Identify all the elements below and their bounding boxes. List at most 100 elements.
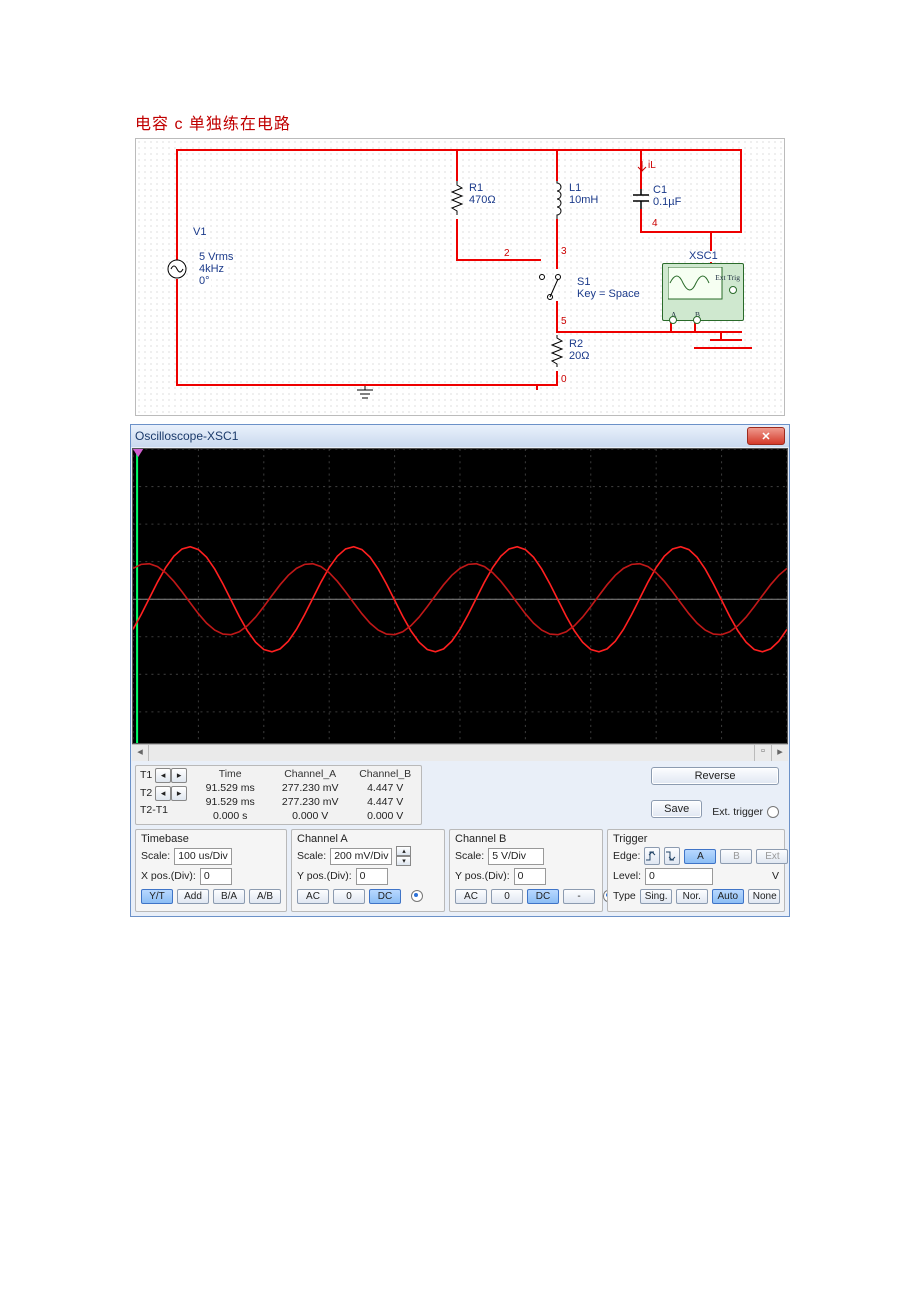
inductor-l1[interactable] [550, 181, 564, 224]
label-v1-a: 5 Vrms [198, 252, 234, 263]
chb-ac-button[interactable]: AC [455, 889, 487, 904]
scope-screen[interactable] [132, 448, 788, 744]
tb-scale-input[interactable]: 100 us/Div [174, 848, 232, 865]
trig-header: Trigger [613, 833, 779, 845]
mode-yt-button[interactable]: Y/T [141, 889, 173, 904]
window-title: Oscilloscope-XSC1 [135, 429, 238, 443]
scope-exttrig-label: Ext Trig [715, 274, 740, 282]
scope-port[interactable] [669, 316, 677, 324]
label-c1: C1 [652, 185, 668, 196]
type-label: Type [613, 890, 636, 902]
tb-xpos-input[interactable]: 0 [200, 868, 232, 885]
t2-left-button[interactable]: ◂ [155, 786, 171, 801]
close-button[interactable]: ✕ [747, 427, 785, 445]
source-v1[interactable] [167, 257, 187, 286]
caption: 电容 c 单独练在电路 [135, 110, 920, 134]
cha-0-button[interactable]: 0 [333, 889, 365, 904]
cha-scale-input[interactable]: 200 mV/Div [330, 848, 392, 865]
label-c1v: 0.1µF [652, 197, 682, 208]
trig-a-button[interactable]: A [684, 849, 716, 864]
node-5: 5 [561, 317, 567, 327]
trig-sing-button[interactable]: Sing. [640, 889, 672, 904]
chb-ypos-input[interactable]: 0 [514, 868, 546, 885]
mode-ab-button[interactable]: A/B [249, 889, 281, 904]
edge-fall-icon[interactable] [664, 847, 680, 865]
oscilloscope-xsc1[interactable]: Ext Trig A B [662, 263, 744, 321]
cha-dc-button[interactable]: DC [369, 889, 401, 904]
cha-ac-button[interactable]: AC [297, 889, 329, 904]
t1-left-button[interactable]: ◂ [155, 768, 171, 783]
titlebar[interactable]: Oscilloscope-XSC1 ✕ [131, 425, 789, 447]
label-s1: S1 [576, 277, 591, 288]
wire [556, 371, 558, 384]
reverse-button[interactable]: Reverse [651, 767, 779, 785]
label-xsc1: XSC1 [688, 251, 719, 262]
wire [556, 219, 558, 257]
edge-rise-icon[interactable] [644, 847, 660, 865]
ground-icon [356, 384, 374, 407]
cha-ypos-label: Y pos.(Div): [297, 870, 352, 882]
current-il-icon [636, 161, 648, 180]
chb-dc-button[interactable]: DC [527, 889, 559, 904]
t1-right-button[interactable]: ▸ [171, 768, 187, 783]
label-r2v: 20Ω [568, 351, 590, 362]
tb-xpos-label: X pos.(Div): [141, 870, 196, 882]
chb-0-button[interactable]: 0 [491, 889, 523, 904]
schematic-area[interactable]: V1 5 Vrms 4kHz 0° R1 470Ω L1 10mH C1 0.1… [135, 138, 785, 416]
trig-auto-button[interactable]: Auto [712, 889, 744, 904]
label-l1: L1 [568, 183, 582, 194]
scope-port[interactable] [729, 286, 737, 294]
scroll-right-icon[interactable]: ▸ [771, 745, 788, 761]
wire [556, 149, 558, 181]
chb-ypos-label: Y pos.(Div): [455, 870, 510, 882]
t1-b: 4.447 V [355, 782, 415, 794]
chb-header2: Channel B [455, 833, 597, 845]
time-header: Time [195, 768, 265, 780]
node-3: 3 [561, 247, 567, 257]
wire [364, 384, 366, 386]
trig-none-button[interactable]: None [748, 889, 780, 904]
scope-port[interactable] [693, 316, 701, 324]
capacitor-c1[interactable] [633, 189, 649, 214]
trig-b-button[interactable]: B [720, 849, 752, 864]
cha-scale-down[interactable]: ▾ [396, 856, 411, 866]
ext-trigger-radio[interactable] [767, 806, 779, 818]
label-r1v: 470Ω [468, 195, 497, 206]
mode-ba-button[interactable]: B/A [213, 889, 245, 904]
channel-a-group: Channel A Scale: 200 mV/Div ▴▾ Y pos.(Di… [291, 829, 445, 912]
chb-scale-input[interactable]: 5 V/Div [488, 848, 544, 865]
label-v1: V1 [192, 227, 207, 238]
label-v1-c: 0° [198, 276, 211, 287]
trig-ext-button[interactable]: Ext [756, 849, 788, 864]
cha-scale-up[interactable]: ▴ [396, 846, 411, 856]
save-button[interactable]: Save [651, 800, 702, 818]
level-unit: V [772, 870, 779, 882]
cha-header: Channel_A [273, 768, 347, 780]
resistor-r1[interactable] [449, 181, 465, 215]
chb-header: Channel_B [355, 768, 415, 780]
cha-header2: Channel A [297, 833, 439, 845]
t2t1-label: T2-T1 [140, 804, 187, 816]
scroll-box-icon[interactable]: ▫ [754, 745, 771, 761]
switch-s1[interactable] [534, 269, 574, 306]
label-l1v: 10mH [568, 195, 599, 206]
wire [694, 347, 752, 349]
chb-scale-label: Scale: [455, 850, 484, 862]
scrollbar[interactable]: ◂ ▫▸ [132, 744, 788, 761]
channel-b-group: Channel B Scale: 5 V/Div Y pos.(Div): 0 … [449, 829, 603, 912]
oscilloscope-window: Oscilloscope-XSC1 ✕ ◂ ▫▸ T1 ◂▸ T2 ◂▸ T2-… [130, 424, 790, 917]
trig-nor-button[interactable]: Nor. [676, 889, 708, 904]
chb-inv-button[interactable]: - [563, 889, 595, 904]
cha-enable-radio[interactable] [411, 890, 423, 902]
level-input[interactable]: 0 [645, 868, 713, 885]
node-0: 0 [561, 375, 567, 385]
scroll-left-icon[interactable]: ◂ [132, 745, 149, 761]
wire [640, 149, 742, 151]
wire [456, 149, 458, 181]
mode-add-button[interactable]: Add [177, 889, 209, 904]
t2-right-button[interactable]: ▸ [171, 786, 187, 801]
wire [740, 149, 742, 233]
wire [176, 149, 178, 261]
cha-ypos-input[interactable]: 0 [356, 868, 388, 885]
resistor-r2[interactable] [549, 335, 565, 369]
